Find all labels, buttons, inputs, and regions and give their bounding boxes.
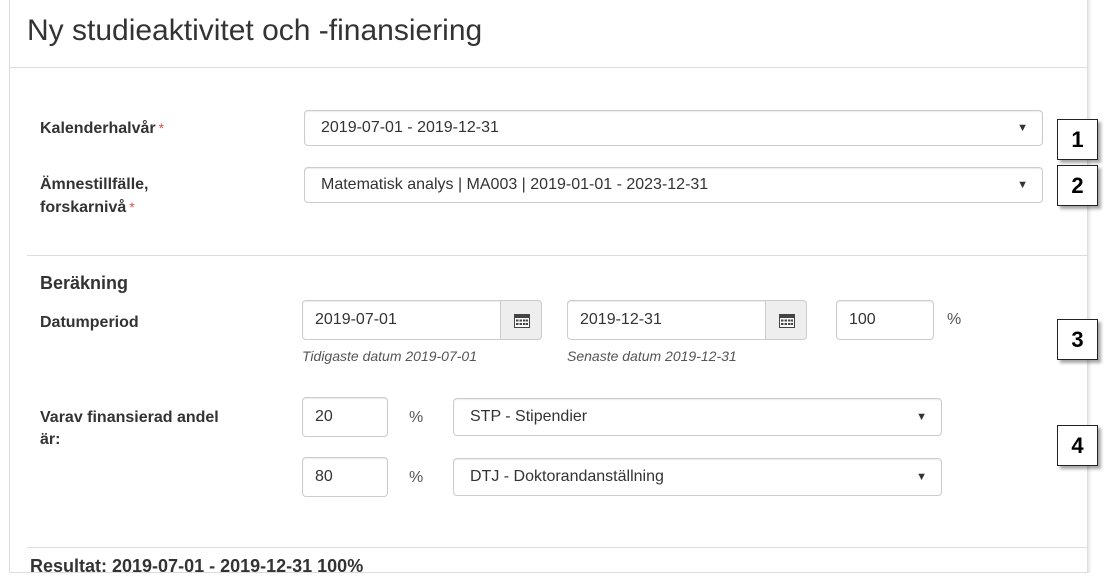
kalenderhalvar-value: 2019-07-01 - 2019-12-31 xyxy=(321,119,499,136)
finansiering-type-value-1: STP - Stipendier xyxy=(470,408,588,425)
start-date-calendar-button[interactable] xyxy=(500,300,542,340)
amnestillfalle-label-line1: Ämnestillfälle, xyxy=(40,176,149,193)
panel-heading: Ny studieaktivitet och -finansiering xyxy=(10,0,1087,68)
kalenderhalvar-label-text: Kalenderhalvår xyxy=(40,120,156,137)
panel-shadow xyxy=(1088,0,1092,573)
caret-down-icon: ▼ xyxy=(916,471,927,483)
kalenderhalvar-label: Kalenderhalvår * xyxy=(40,117,164,140)
finansiering-label: Varav finansierad andel är: xyxy=(40,407,219,451)
callout-2: 2 xyxy=(1057,165,1098,206)
caret-down-icon: ▼ xyxy=(1017,179,1028,191)
percent-sign: % xyxy=(947,311,962,328)
amnestillfalle-label-line2: forskarnivå xyxy=(40,199,127,216)
calendar-icon xyxy=(514,314,530,328)
required-mark: * xyxy=(158,120,165,136)
percent-sign: % xyxy=(409,469,424,486)
form-panel: Ny studieaktivitet och -finansiering Kal… xyxy=(9,0,1089,573)
finansiering-type-value-2: DTJ - Doktorandanställning xyxy=(470,468,664,485)
page-title: Ny studieaktivitet och -finansiering xyxy=(27,14,483,47)
percent-value: 100 xyxy=(849,311,876,328)
required-mark: * xyxy=(129,199,135,215)
percent-input[interactable]: 100 xyxy=(836,300,934,340)
end-date-input[interactable]: 2019-12-31 xyxy=(567,300,766,340)
finansiering-label-line2: är: xyxy=(40,431,61,448)
end-date-calendar-button[interactable] xyxy=(765,300,807,340)
caret-down-icon: ▼ xyxy=(916,411,927,423)
amnestillfalle-label: Ämnestillfälle, forskarnivå * xyxy=(40,174,148,219)
finansiering-type-select-1[interactable]: STP - Stipendier ▼ xyxy=(453,398,942,436)
end-date-hint: Senaste datum 2019-12-31 xyxy=(567,348,737,364)
finansiering-type-select-2[interactable]: DTJ - Doktorandanställning ▼ xyxy=(453,458,942,496)
caret-down-icon: ▼ xyxy=(1017,122,1028,134)
divider xyxy=(27,547,1089,548)
result-text: Resultat: 2019-07-01 - 2019-12-31 100% xyxy=(30,556,364,576)
berakning-title: Beräkning xyxy=(40,273,129,293)
amnestillfalle-value: Matematisk analys | MA003 | 2019-01-01 -… xyxy=(321,176,709,193)
finansiering-percent-input-2[interactable]: 80 xyxy=(302,457,388,497)
kalenderhalvar-select[interactable]: 2019-07-01 - 2019-12-31 ▼ xyxy=(304,110,1043,146)
start-date-value: 2019-07-01 xyxy=(315,311,397,328)
calendar-icon xyxy=(779,314,795,328)
finansiering-percent-value-2: 80 xyxy=(315,468,333,485)
percent-sign: % xyxy=(409,409,424,426)
finansiering-label-line1: Varav finansierad andel xyxy=(40,409,219,426)
callout-3: 3 xyxy=(1057,319,1098,360)
amnestillfalle-select[interactable]: Matematisk analys | MA003 | 2019-01-01 -… xyxy=(304,167,1043,203)
callout-1: 1 xyxy=(1057,119,1098,160)
divider xyxy=(27,255,1089,256)
start-date-input[interactable]: 2019-07-01 xyxy=(302,300,501,340)
start-date-hint: Tidigaste datum 2019-07-01 xyxy=(302,348,477,364)
finansiering-percent-input-1[interactable]: 20 xyxy=(302,397,388,437)
callout-4: 4 xyxy=(1057,425,1098,466)
end-date-value: 2019-12-31 xyxy=(580,311,662,328)
datumperiod-label: Datumperiod xyxy=(40,314,139,331)
finansiering-percent-value-1: 20 xyxy=(315,408,333,425)
